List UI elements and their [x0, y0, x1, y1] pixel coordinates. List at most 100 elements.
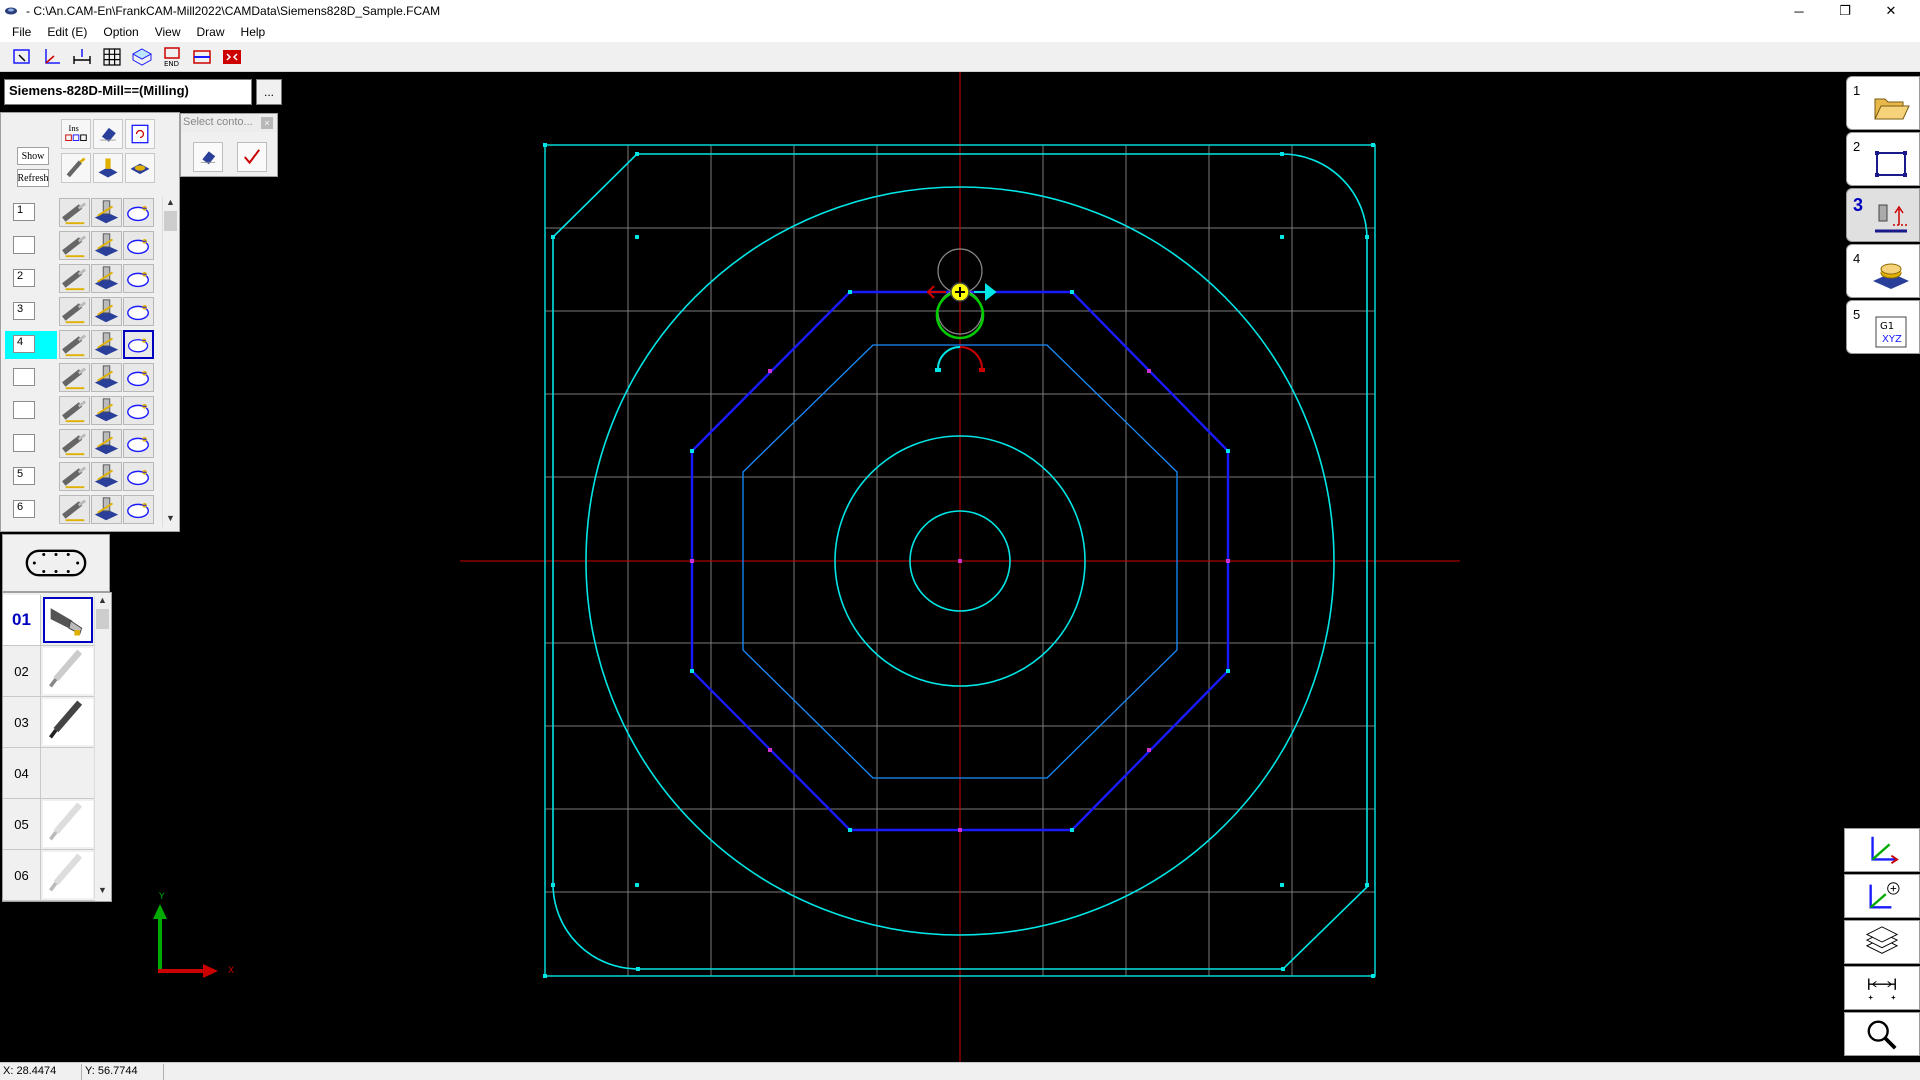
operation-row[interactable]: 6 — [1, 494, 161, 525]
step-5[interactable]: 5 G1 XYZ — [1846, 300, 1920, 354]
pocket-tool-button[interactable] — [93, 153, 123, 183]
zoom-button[interactable] — [1844, 1012, 1920, 1056]
end-button[interactable]: END — [158, 44, 186, 70]
tool-row[interactable]: 04 — [3, 748, 95, 799]
insert-button[interactable]: Ins — [61, 119, 91, 149]
chain-button[interactable] — [2, 534, 110, 592]
drill-operation-cell[interactable] — [59, 495, 90, 524]
face-operation-cell[interactable] — [123, 396, 154, 425]
drill-operation-cell[interactable] — [59, 231, 90, 260]
grid-button[interactable] — [98, 44, 126, 70]
axis-xyz-button[interactable] — [38, 44, 66, 70]
pocket-operation-cell[interactable] — [91, 330, 122, 359]
operation-number[interactable]: 4 — [13, 335, 35, 353]
tool-image[interactable] — [43, 648, 93, 694]
drill-tool-button[interactable] — [61, 153, 91, 183]
tool-row[interactable]: 03 — [3, 697, 95, 748]
operation-row[interactable]: 3 — [1, 296, 161, 327]
sim-button[interactable] — [188, 44, 216, 70]
operation-number[interactable] — [13, 236, 35, 254]
tool-row[interactable]: 02 — [3, 646, 95, 697]
tool-row[interactable]: 06 — [3, 850, 95, 901]
drawing-svg[interactable]: Y X — [0, 72, 1920, 1062]
zoom-window-button[interactable] — [8, 44, 36, 70]
tool-number[interactable]: 04 — [3, 748, 41, 798]
drill-operation-cell[interactable] — [59, 297, 90, 326]
tool-number[interactable]: 01 — [3, 595, 41, 645]
operation-number[interactable]: 5 — [13, 467, 35, 485]
menu-edit[interactable]: Edit (E) — [39, 25, 95, 39]
pocket-operation-cell[interactable] — [91, 231, 122, 260]
drill-operation-cell[interactable] — [59, 330, 90, 359]
tool-number[interactable]: 05 — [3, 799, 41, 849]
operation-row[interactable]: 5 — [1, 461, 161, 492]
select-eraser-button[interactable] — [193, 142, 223, 172]
pocket-operation-cell[interactable] — [91, 363, 122, 392]
scroll-down-arrow[interactable]: ▼ — [95, 885, 110, 899]
fit-button[interactable] — [218, 44, 246, 70]
tool-image[interactable] — [43, 801, 93, 847]
layers-button[interactable] — [1844, 920, 1920, 964]
dimension-button[interactable] — [68, 44, 96, 70]
operation-number[interactable] — [13, 434, 35, 452]
tool-image[interactable] — [43, 852, 93, 898]
drill-operation-cell[interactable] — [59, 363, 90, 392]
operation-row[interactable] — [1, 362, 161, 393]
tool-row[interactable]: 05 — [3, 799, 95, 850]
step-3[interactable]: 3 — [1846, 188, 1920, 242]
tool-scrollbar[interactable]: ▲ ▼ — [94, 595, 109, 899]
face-operation-cell[interactable] — [123, 429, 154, 458]
face-operation-cell[interactable] — [123, 462, 154, 491]
face-operation-cell[interactable] — [123, 198, 154, 227]
operation-number[interactable] — [13, 401, 35, 419]
axis-view-button[interactable] — [1844, 828, 1920, 872]
measure-button[interactable] — [1844, 966, 1920, 1010]
tool-image[interactable] — [43, 750, 93, 796]
menu-file[interactable]: File — [4, 25, 39, 39]
drill-operation-cell[interactable] — [59, 198, 90, 227]
scroll-thumb[interactable] — [96, 609, 109, 629]
face-operation-cell[interactable] — [123, 231, 154, 260]
tool-number[interactable]: 02 — [3, 646, 41, 696]
drawing-canvas[interactable]: Y X — [0, 72, 1920, 1062]
face-operation-cell[interactable] — [123, 264, 154, 293]
tool-number[interactable]: 03 — [3, 697, 41, 747]
step-2[interactable]: 2 — [1846, 132, 1920, 186]
face-tool-button[interactable] — [125, 153, 155, 183]
pocket-operation-cell[interactable] — [91, 198, 122, 227]
face-operation-cell[interactable] — [123, 363, 154, 392]
operation-number[interactable] — [13, 368, 35, 386]
face-operation-cell[interactable] — [123, 330, 154, 359]
scroll-up-arrow[interactable]: ▲ — [95, 595, 110, 609]
operation-row[interactable] — [1, 230, 161, 261]
minimize-button[interactable]: ─ — [1776, 0, 1822, 22]
operation-row[interactable]: 2 — [1, 263, 161, 294]
operation-number[interactable]: 2 — [13, 269, 35, 287]
ops-scrollbar[interactable]: ▲ ▼ — [162, 197, 177, 527]
axis-origin-button[interactable] — [1844, 874, 1920, 918]
scroll-down-arrow[interactable]: ▼ — [163, 513, 178, 527]
tool-number[interactable]: 06 — [3, 850, 41, 900]
3d-view-button[interactable] — [128, 44, 156, 70]
select-contour-close[interactable]: × — [261, 117, 273, 129]
restore-button[interactable]: ❐ — [1822, 0, 1868, 22]
operation-number[interactable]: 6 — [13, 500, 35, 518]
step-1[interactable]: 1 — [1846, 76, 1920, 130]
drill-operation-cell[interactable] — [59, 396, 90, 425]
face-operation-cell[interactable] — [123, 495, 154, 524]
operation-number[interactable]: 3 — [13, 302, 35, 320]
scroll-up-arrow[interactable]: ▲ — [163, 197, 178, 211]
operation-row[interactable]: 1 — [1, 197, 161, 228]
menu-help[interactable]: Help — [233, 25, 274, 39]
show-button[interactable]: Show — [17, 147, 49, 165]
drill-operation-cell[interactable] — [59, 429, 90, 458]
pocket-operation-cell[interactable] — [91, 495, 122, 524]
scroll-thumb[interactable] — [164, 211, 177, 231]
menu-view[interactable]: View — [147, 25, 189, 39]
tool-image[interactable] — [43, 699, 93, 745]
pocket-operation-cell[interactable] — [91, 462, 122, 491]
pocket-operation-cell[interactable] — [91, 429, 122, 458]
refresh-button[interactable]: Refresh — [17, 169, 49, 187]
operation-row[interactable] — [1, 395, 161, 426]
refresh-ops-button[interactable] — [125, 119, 155, 149]
